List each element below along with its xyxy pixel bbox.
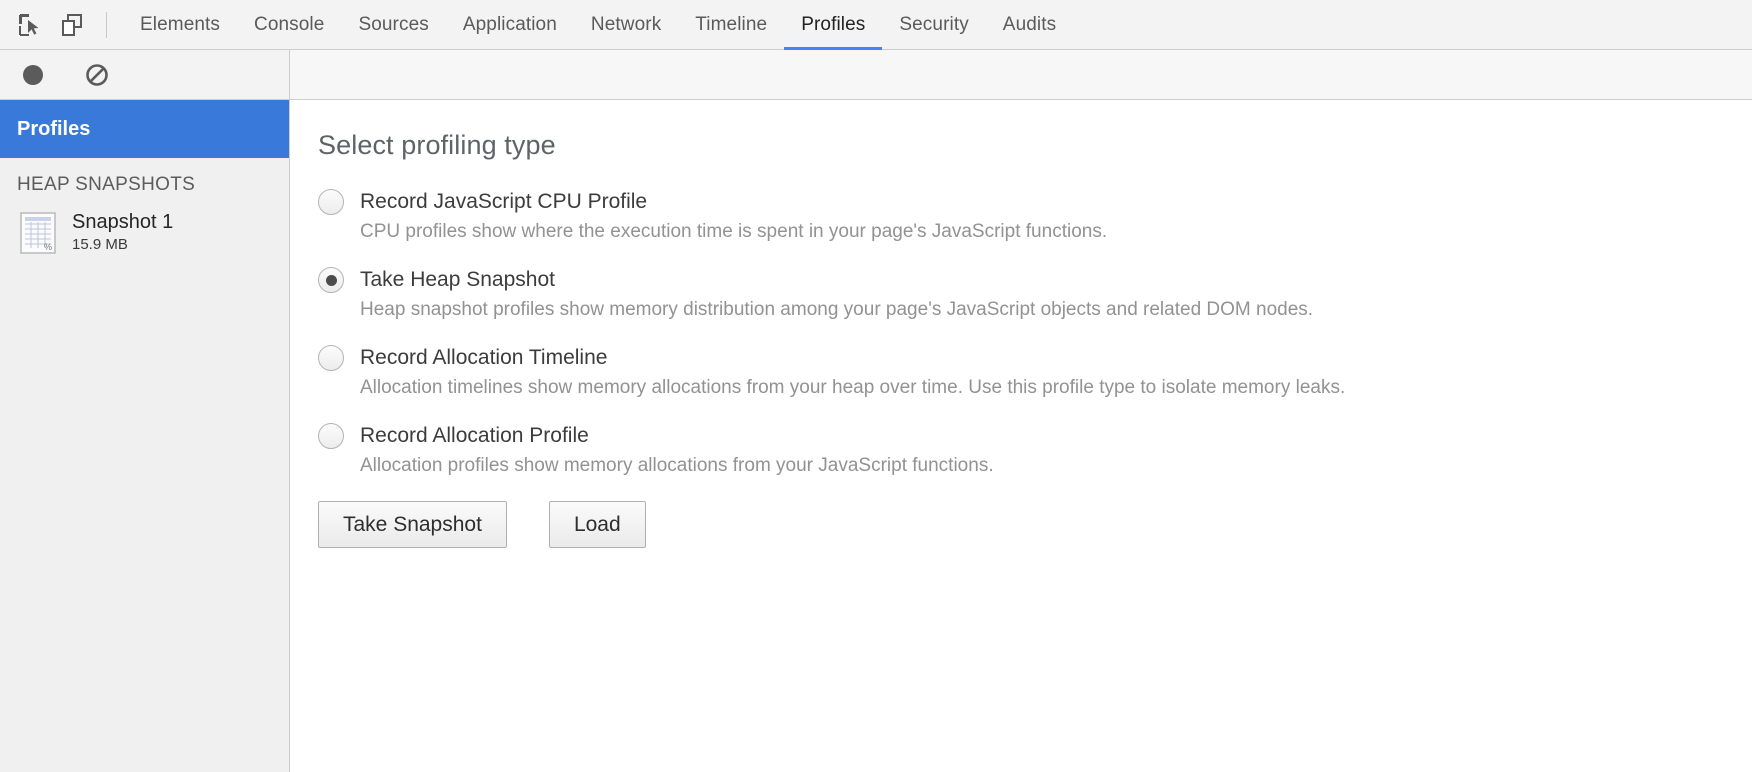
panel-tabs: Elements Console Sources Application Net…	[123, 0, 1073, 50]
tab-label: Network	[590, 13, 662, 35]
record-circle-icon[interactable]	[12, 54, 54, 96]
tab-elements[interactable]: Elements	[123, 0, 237, 50]
tab-console[interactable]: Console	[237, 0, 341, 50]
tab-label: Sources	[358, 13, 429, 35]
radio-label-cpu: Record JavaScript CPU Profile	[360, 190, 648, 213]
tab-label: Timeline	[695, 13, 768, 35]
radio-description-allocation-timeline: Allocation timelines show memory allocat…	[360, 377, 1346, 398]
radio-row-cpu[interactable]: Record JavaScript CPU Profile	[318, 189, 1752, 215]
radio-label-allocation-profile: Record Allocation Profile	[360, 424, 589, 447]
sidebar-section-heap-snapshots: HEAP SNAPSHOTS	[17, 174, 196, 195]
profile-option-heap-snapshot: Take Heap Snapshot Heap snapshot profile…	[318, 267, 1752, 323]
svg-text:%: %	[44, 242, 52, 252]
profiles-subtoolbar	[0, 50, 1752, 100]
profile-launcher-view: Select profiling type Record JavaScript …	[290, 100, 1752, 772]
inspect-cursor-icon[interactable]	[10, 5, 50, 45]
list-item-size: 15.9 MB	[72, 236, 128, 253]
take-snapshot-button[interactable]: Take Snapshot	[318, 501, 507, 549]
tab-label: Audits	[1002, 13, 1057, 35]
load-button[interactable]: Load	[548, 501, 646, 549]
tab-label: Elements	[140, 13, 221, 35]
heap-snapshot-grid-icon: %	[20, 211, 56, 254]
tab-timeline[interactable]: Timeline	[678, 0, 784, 50]
profiles-sidebar: Profiles HEAP SNAPSHOTS % Snapshot 1 15.…	[0, 100, 290, 772]
radio-label-allocation-timeline: Record Allocation Timeline	[360, 346, 608, 369]
tab-label: Console	[254, 13, 325, 35]
device-toolbar-icon[interactable]	[52, 5, 92, 45]
subtoolbar-controls	[0, 50, 290, 99]
radio-allocation-profile[interactable]	[318, 423, 344, 449]
list-item-title: Snapshot 1	[72, 211, 174, 233]
list-item[interactable]: % Snapshot 1 15.9 MB	[0, 206, 289, 259]
launcher-buttons: Take Snapshot Load	[318, 501, 1752, 549]
sidebar-header-label: Profiles	[17, 117, 91, 140]
tab-label: Security	[899, 13, 969, 35]
radio-label-heap-snapshot: Take Heap Snapshot	[360, 268, 555, 291]
radio-allocation-timeline[interactable]	[318, 345, 344, 371]
panel-body: Profiles HEAP SNAPSHOTS % Snapshot 1 15.…	[0, 100, 1752, 772]
radio-row-allocation-timeline[interactable]: Record Allocation Timeline	[318, 345, 1752, 371]
devtools-tabbar: Elements Console Sources Application Net…	[0, 0, 1752, 50]
radio-description-heap-snapshot: Heap snapshot profiles show memory distr…	[360, 299, 1314, 320]
page-title: Select profiling type	[318, 130, 556, 160]
profile-option-allocation-profile: Record Allocation Profile Allocation pro…	[318, 423, 1752, 479]
profile-option-allocation-timeline: Record Allocation Timeline Allocation ti…	[318, 345, 1752, 401]
radio-heap-snapshot[interactable]	[318, 267, 344, 293]
tab-label: Profiles	[801, 13, 866, 35]
radio-description-allocation-profile: Allocation profiles show memory allocati…	[360, 455, 994, 476]
tab-label: Application	[462, 13, 557, 35]
toolbar-divider	[106, 11, 107, 38]
subtoolbar-empty-area	[290, 50, 1752, 99]
tab-application[interactable]: Application	[446, 0, 574, 50]
radio-row-heap-snapshot[interactable]: Take Heap Snapshot	[318, 267, 1752, 293]
radio-cpu-profile[interactable]	[318, 189, 344, 215]
sidebar-item-profiles[interactable]: Profiles	[0, 100, 289, 158]
radio-description-cpu: CPU profiles show where the execution ti…	[360, 221, 1108, 242]
tab-network[interactable]: Network	[574, 0, 678, 50]
radio-row-allocation-profile[interactable]: Record Allocation Profile	[318, 423, 1752, 449]
tab-profiles[interactable]: Profiles	[784, 0, 883, 50]
list-item-texts: Snapshot 1 15.9 MB	[72, 210, 173, 255]
tab-sources[interactable]: Sources	[341, 0, 445, 50]
tab-audits[interactable]: Audits	[986, 0, 1073, 50]
tab-security[interactable]: Security	[882, 0, 985, 50]
profile-option-cpu: Record JavaScript CPU Profile CPU profil…	[318, 189, 1752, 245]
devtools-window: Elements Console Sources Application Net…	[0, 0, 1752, 772]
clear-prohibited-icon[interactable]	[76, 54, 118, 96]
